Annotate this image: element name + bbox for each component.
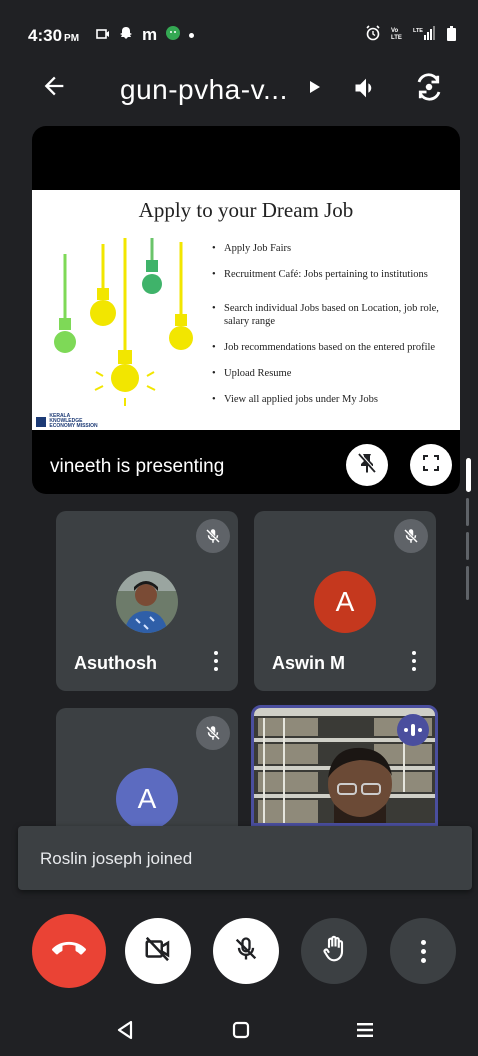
svg-text:LTE: LTE [413,28,423,34]
more-icon[interactable] [412,651,416,671]
logo-mark-icon [36,416,46,427]
status-notification-icons: m [96,25,195,45]
m-app-icon: m [142,25,158,44]
call-top-bar: gun-pvha-v... [0,62,478,118]
hand-raise-icon [319,934,349,969]
toast-message: Roslin joseph joined [40,849,193,868]
mic-toggle-button[interactable] [213,918,279,984]
slide-bullet: Apply Job Fairs [212,242,452,255]
participant-tile[interactable]: A Aswin M [254,511,436,691]
video-toggle-button[interactable] [125,918,191,984]
camera-flip-icon[interactable] [414,72,444,107]
light-bulbs-illustration [48,238,208,408]
mic-off-icon [232,935,260,968]
slide-bullet-list: Apply Job Fairs Recruitment Café: Jobs p… [212,242,452,406]
scrollbar-track-segment [466,566,469,600]
raise-hand-button[interactable] [301,918,367,984]
kerala-knowledge-mission-logo: KERALA KNOWLEDGE ECONOMY MISSION [36,414,98,429]
scrollbar-track-segment [466,498,469,526]
end-call-icon [52,932,86,971]
participant-name: Asuthosh [74,653,157,673]
more-icon[interactable] [214,651,218,671]
pin-off-icon [355,451,379,480]
participant-video-tile[interactable] [251,705,438,826]
svg-text:Vo: Vo [391,28,399,34]
end-call-button[interactable] [32,914,106,988]
slide-bullet: Search individual Jobs based on Location… [212,302,452,328]
participant-name: Aswin M [272,653,346,673]
more-options-button[interactable] [390,918,456,984]
slide-title: Apply to your Dream Job [138,198,354,222]
battery-icon [447,25,456,44]
meeting-code-title[interactable]: gun-pvha-v... [120,74,288,106]
back-arrow-icon[interactable] [40,72,68,107]
presentation-panel[interactable]: Apply to your Dream Job • Apply Job Fair… [32,126,460,494]
nav-home-icon[interactable] [226,1010,256,1050]
mic-off-icon [394,519,428,553]
speaking-indicator-icon [397,714,429,746]
avatar: A [314,571,376,633]
speaker-icon[interactable] [352,74,380,107]
avatar: A [116,768,178,826]
mic-off-icon [196,716,230,750]
participant-tile[interactable]: A [56,708,238,826]
avatar [116,571,178,633]
participant-tile[interactable]: Asuthosh [56,511,238,691]
join-notification-toast: Roslin joseph joined [18,826,472,890]
slide-bullet: Job recommendations based on the entered… [212,341,452,354]
svg-text:LTE: LTE [391,35,402,40]
slide-bullet: Upload Resume [212,367,452,380]
screen-cast-icon [96,27,110,44]
presenting-label: vineeth is presenting [50,456,225,477]
status-system-icons: Vo LTE LTE [365,25,456,44]
signal-icon: LTE [413,26,437,43]
scrollbar-thumb[interactable] [466,458,471,492]
status-time: 4:30 PM [28,26,80,45]
slide-bullet: View all applied jobs under My Jobs [212,393,452,406]
mic-off-icon [196,519,230,553]
fullscreen-button[interactable] [410,444,452,486]
snapchat-icon [119,26,133,44]
more-notifications-dot-icon [189,32,195,38]
nav-recents-icon[interactable] [350,1010,380,1050]
fullscreen-icon [421,453,441,478]
play-icon[interactable] [310,80,320,97]
volte-icon: Vo LTE [391,26,403,43]
status-bar: 4:30 PM m Vo LTE LTE [0,0,478,62]
slide-bullet: Recruitment Café: Jobs pertaining to ins… [212,268,452,281]
nav-back-icon[interactable] [110,1010,140,1050]
green-app-icon [166,26,181,44]
presented-slide: Apply to your Dream Job • Apply Job Fair… [32,190,460,430]
pin-off-button[interactable] [346,444,388,486]
alarm-icon [365,25,381,44]
video-off-icon [143,934,173,969]
scrollbar-track-segment [466,532,469,560]
more-icon [420,939,426,963]
